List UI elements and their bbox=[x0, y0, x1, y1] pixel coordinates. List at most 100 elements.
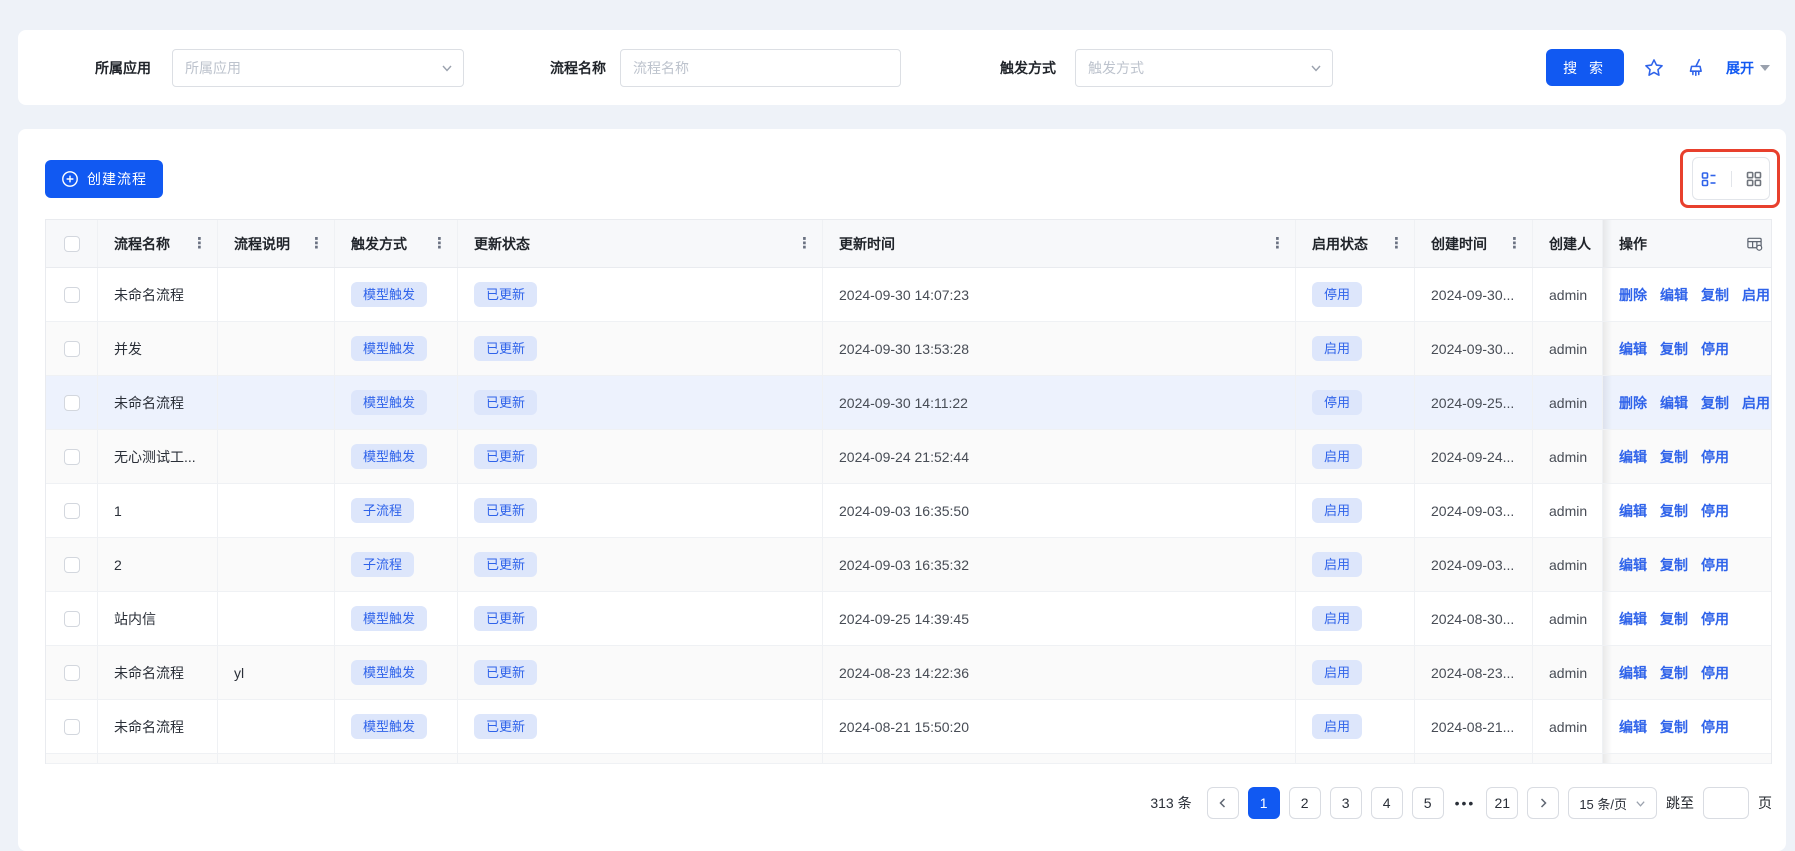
row-checkbox[interactable] bbox=[64, 719, 80, 735]
column-menu-icon[interactable]: ⋮ bbox=[1507, 236, 1522, 251]
filter-app-label: 所属应用 bbox=[95, 58, 151, 78]
action-copy[interactable]: 复制 bbox=[1660, 663, 1688, 683]
clear-broom-icon[interactable] bbox=[1684, 56, 1708, 80]
table-row: 2 子流程 已更新 2024-09-03 16:35:32 启用 2024-09… bbox=[46, 538, 1771, 592]
page-button-5[interactable]: 5 bbox=[1412, 787, 1444, 819]
table-row: 站内信 模型触发 已更新 2024-09-25 14:39:45 启用 2024… bbox=[46, 592, 1771, 646]
app-select[interactable] bbox=[172, 49, 464, 87]
row-checkbox[interactable] bbox=[64, 665, 80, 681]
action-copy[interactable]: 复制 bbox=[1701, 393, 1729, 413]
column-menu-icon[interactable]: ⋮ bbox=[309, 236, 324, 251]
create-time: 2024-09-25... bbox=[1415, 376, 1533, 429]
flow-name: 未命名流程 bbox=[98, 700, 218, 753]
action-copy[interactable]: 复制 bbox=[1660, 609, 1688, 629]
column-settings-icon[interactable] bbox=[1746, 235, 1763, 252]
filter-app-select-wrap bbox=[172, 30, 464, 105]
flow-desc bbox=[218, 484, 335, 537]
action-copy[interactable]: 复制 bbox=[1701, 285, 1729, 305]
action-enable[interactable]: 启用 bbox=[1742, 393, 1770, 413]
update-time: 2024-09-30 14:07:23 bbox=[823, 268, 1296, 321]
table-header: 流程名称⋮ 流程说明⋮ 触发方式⋮ 更新状态⋮ 更新时间⋮ 启用状态⋮ 创建时间… bbox=[46, 220, 1771, 268]
action-disable[interactable]: 停用 bbox=[1701, 717, 1729, 737]
create-time: 2024-08-23... bbox=[1415, 646, 1533, 699]
flow-name: 未命名流程 bbox=[98, 646, 218, 699]
column-menu-icon[interactable]: ⋮ bbox=[192, 236, 207, 251]
action-copy[interactable]: 复制 bbox=[1660, 717, 1688, 737]
flow-desc bbox=[218, 700, 335, 753]
jump-label: 跳至 bbox=[1666, 793, 1694, 813]
action-enable[interactable]: 启用 bbox=[1742, 285, 1770, 305]
next-page-button[interactable] bbox=[1527, 787, 1559, 819]
action-copy[interactable]: 复制 bbox=[1660, 555, 1688, 575]
prev-page-button[interactable] bbox=[1207, 787, 1239, 819]
action-copy[interactable]: 复制 bbox=[1660, 447, 1688, 467]
row-checkbox[interactable] bbox=[64, 503, 80, 519]
update-time: 2024-09-25 14:39:45 bbox=[823, 592, 1296, 645]
filter-name-label: 流程名称 bbox=[550, 58, 606, 78]
column-menu-icon[interactable]: ⋮ bbox=[1270, 236, 1285, 251]
select-all-checkbox[interactable] bbox=[64, 236, 80, 252]
action-disable[interactable]: 停用 bbox=[1701, 555, 1729, 575]
action-copy[interactable]: 复制 bbox=[1660, 339, 1688, 359]
flow-desc bbox=[218, 538, 335, 591]
action-delete[interactable]: 删除 bbox=[1619, 393, 1647, 413]
page-button-3[interactable]: 3 bbox=[1330, 787, 1362, 819]
jump-page-input[interactable] bbox=[1703, 787, 1749, 819]
filter-trigger: 触发方式 bbox=[1000, 30, 1056, 105]
action-edit[interactable]: 编辑 bbox=[1619, 501, 1647, 521]
action-edit[interactable]: 编辑 bbox=[1619, 339, 1647, 359]
action-disable[interactable]: 停用 bbox=[1701, 447, 1729, 467]
row-checkbox[interactable] bbox=[64, 395, 80, 411]
action-disable[interactable]: 停用 bbox=[1701, 609, 1729, 629]
column-menu-icon[interactable]: ⋮ bbox=[1389, 236, 1404, 251]
create-flow-button[interactable]: 创建流程 bbox=[45, 160, 163, 198]
page-button-1[interactable]: 1 bbox=[1248, 787, 1280, 819]
column-menu-icon[interactable]: ⋮ bbox=[432, 236, 447, 251]
action-edit[interactable]: 编辑 bbox=[1619, 555, 1647, 575]
action-edit[interactable]: 编辑 bbox=[1660, 393, 1688, 413]
favorite-star-icon[interactable] bbox=[1642, 56, 1666, 80]
action-disable[interactable]: 停用 bbox=[1701, 663, 1729, 683]
action-edit[interactable]: 编辑 bbox=[1619, 663, 1647, 683]
flow-name-input[interactable] bbox=[620, 49, 901, 87]
row-checkbox[interactable] bbox=[64, 341, 80, 357]
create-time: 2024-08-21... bbox=[1415, 700, 1533, 753]
more-pages-icon[interactable]: ••• bbox=[1453, 795, 1478, 811]
col-trigger: 触发方式 bbox=[351, 234, 407, 254]
page-button-last[interactable]: 21 bbox=[1486, 787, 1518, 819]
creator: admin bbox=[1533, 538, 1603, 591]
row-checkbox[interactable] bbox=[64, 287, 80, 303]
update-status-tag: 已更新 bbox=[474, 336, 537, 362]
flow-list-panel: 创建流程 流程名称⋮ 流程说明⋮ 触发方式⋮ 更新状态⋮ 更新时间⋮ 启用状态⋮ bbox=[18, 129, 1786, 851]
action-edit[interactable]: 编辑 bbox=[1660, 285, 1688, 305]
filter-name-input-wrap bbox=[620, 30, 901, 105]
grid-view-icon[interactable] bbox=[1742, 167, 1766, 191]
row-checkbox[interactable] bbox=[64, 611, 80, 627]
action-disable[interactable]: 停用 bbox=[1701, 501, 1729, 521]
search-button[interactable]: 搜 索 bbox=[1546, 49, 1624, 86]
trigger-select[interactable] bbox=[1075, 49, 1333, 87]
action-edit[interactable]: 编辑 bbox=[1619, 717, 1647, 737]
action-edit[interactable]: 编辑 bbox=[1619, 447, 1647, 467]
row-checkbox[interactable] bbox=[64, 449, 80, 465]
column-menu-icon[interactable]: ⋮ bbox=[797, 236, 812, 251]
expand-toggle[interactable]: 展开 bbox=[1726, 58, 1770, 78]
flow-desc bbox=[218, 376, 335, 429]
page-size-select[interactable]: 15 条/页 bbox=[1568, 787, 1657, 819]
col-enable-status: 启用状态 bbox=[1312, 234, 1368, 254]
action-edit[interactable]: 编辑 bbox=[1619, 609, 1647, 629]
table-row: 无心测试工... 模型触发 已更新 2024-09-24 21:52:44 启用… bbox=[46, 430, 1771, 484]
row-checkbox[interactable] bbox=[64, 557, 80, 573]
action-disable[interactable]: 停用 bbox=[1701, 339, 1729, 359]
action-delete[interactable]: 删除 bbox=[1619, 285, 1647, 305]
action-copy[interactable]: 复制 bbox=[1660, 501, 1688, 521]
update-time: 2024-08-23 14:22:36 bbox=[823, 646, 1296, 699]
create-flow-label: 创建流程 bbox=[87, 169, 147, 189]
list-view-icon[interactable] bbox=[1697, 167, 1721, 191]
flow-desc bbox=[218, 592, 335, 645]
filter-trigger-select-wrap bbox=[1075, 30, 1333, 105]
expand-label: 展开 bbox=[1726, 58, 1754, 78]
col-actions: 操作 bbox=[1619, 234, 1647, 254]
page-button-4[interactable]: 4 bbox=[1371, 787, 1403, 819]
page-button-2[interactable]: 2 bbox=[1289, 787, 1321, 819]
